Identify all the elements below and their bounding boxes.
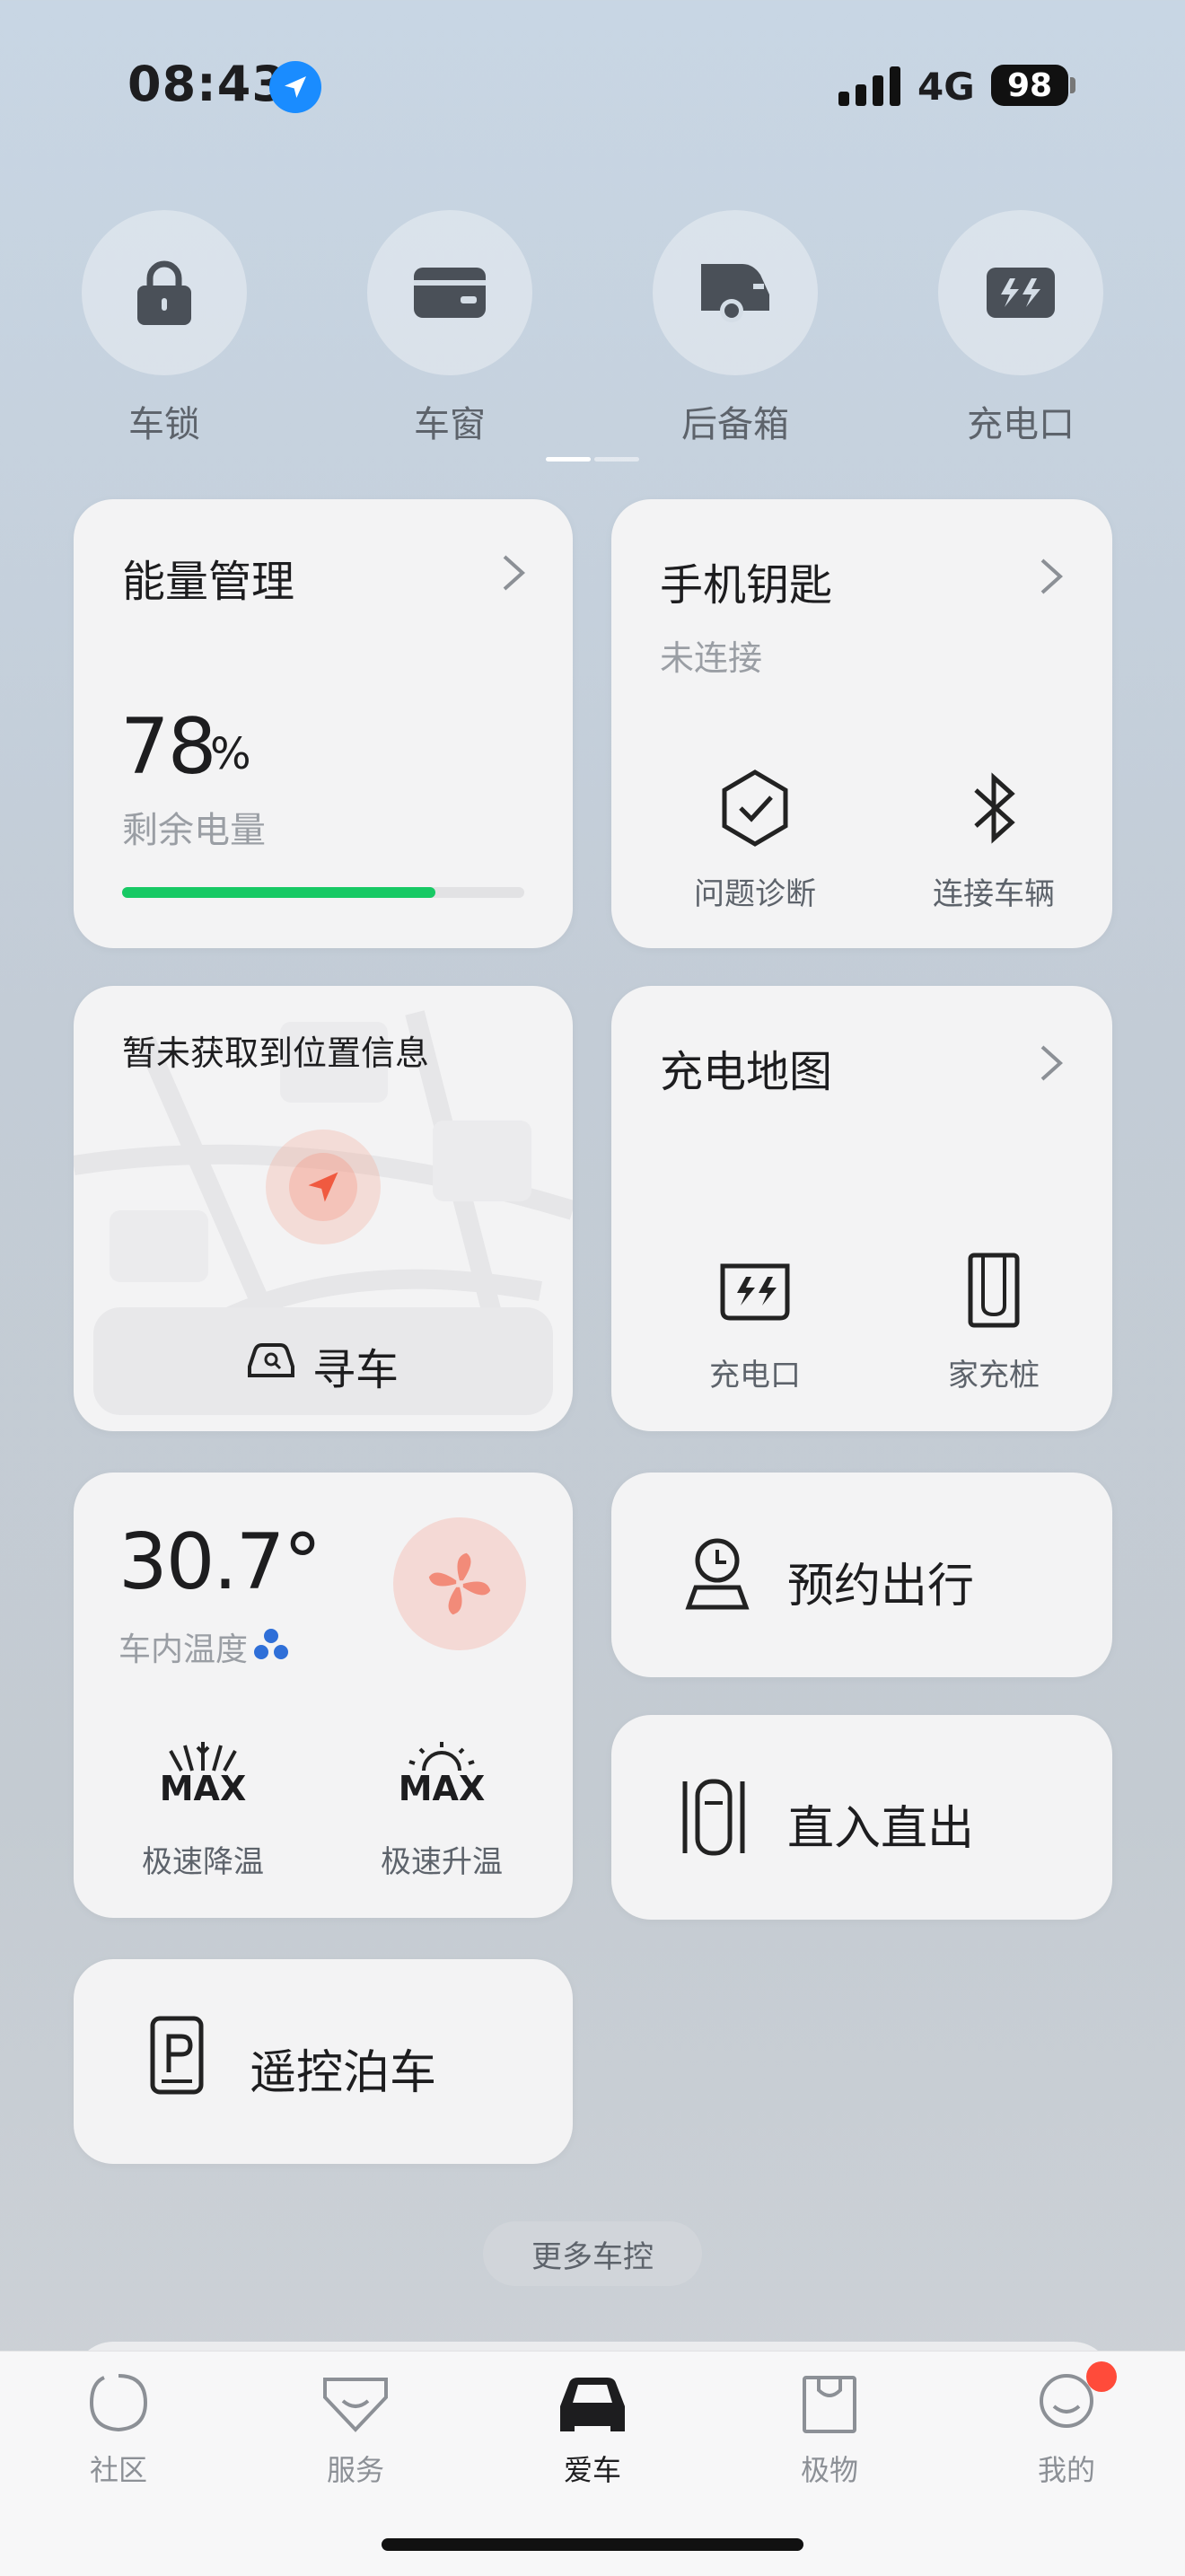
straight-parking-icon	[682, 1779, 745, 1856]
cabin-temp-caption: 车内温度	[118, 1631, 249, 1668]
rapid-cool-label: 极速降温	[142, 1844, 264, 1880]
tab-service[interactable]: 服务	[266, 2370, 445, 2489]
window-icon	[414, 268, 486, 318]
tab-my-car[interactable]: 爱车	[503, 2370, 682, 2489]
battery-indicator: 98	[991, 65, 1068, 106]
notification-badge	[1086, 2361, 1117, 2392]
battery-bar-track	[122, 887, 524, 898]
charge-map-title: 充电地图	[660, 1047, 833, 1097]
phone-key-status: 未连接	[660, 638, 763, 678]
rapid-heat-button[interactable]: MAX 极速升温	[334, 1738, 549, 1900]
lock-icon	[137, 260, 191, 325]
tab-label: 我的	[1037, 2453, 1095, 2487]
battery-caption: 剩余电量	[122, 810, 266, 851]
shield-check-icon	[722, 769, 788, 847]
phone-key-title: 手机钥匙	[660, 560, 833, 611]
diagnose-label: 问题诊断	[694, 876, 816, 912]
quick-control-label: 后备箱	[681, 404, 789, 445]
tab-label: 极物	[800, 2453, 858, 2487]
rapid-heat-label: 极速升温	[381, 1844, 503, 1880]
home-charger-label: 家充桩	[948, 1358, 1040, 1394]
tab-label: 服务	[326, 2453, 384, 2487]
tab-shop[interactable]: 极物	[740, 2370, 919, 2489]
battery-percent-unit: %	[210, 729, 251, 779]
lock-button[interactable]	[82, 210, 247, 375]
quick-control-window[interactable]: 车窗	[367, 210, 532, 447]
connect-vehicle-label: 连接车辆	[933, 876, 1055, 912]
tab-label: 社区	[89, 2453, 147, 2487]
location-message: 暂未获取到位置信息	[122, 1033, 430, 1073]
remote-parking-card[interactable]: 遥控泊车	[74, 1959, 573, 2164]
charge-port-label: 充电口	[709, 1358, 801, 1394]
rapid-cool-button[interactable]: MAX 极速降温	[95, 1738, 311, 1900]
find-car-button[interactable]: 寻车	[93, 1307, 553, 1415]
fan-button[interactable]	[393, 1517, 526, 1650]
cabin-temperature: 30.7°	[118, 1517, 321, 1607]
phone-key-card[interactable]: 手机钥匙 未连接 问题诊断 连接车辆	[611, 499, 1112, 948]
car-search-icon	[248, 1343, 294, 1377]
quick-control-label: 充电口	[967, 404, 1075, 445]
home-indicator[interactable]	[382, 2538, 803, 2551]
location-arrow-icon	[269, 61, 321, 113]
trunk-button[interactable]	[653, 210, 818, 375]
connect-vehicle-button[interactable]: 连接车辆	[886, 769, 1102, 921]
charge-port-shortcut[interactable]: 充电口	[647, 1255, 863, 1408]
max-badge: MAX	[398, 1769, 486, 1808]
network-type: 4G	[917, 65, 975, 109]
chevron-right-icon	[1040, 558, 1063, 594]
trunk-icon	[701, 264, 769, 322]
navigation-arrow-icon	[308, 1172, 338, 1202]
quick-control-label: 车锁	[128, 404, 200, 445]
quick-control-lock[interactable]: 车锁	[82, 210, 247, 447]
battery-bar-fill	[122, 887, 436, 898]
window-button[interactable]	[367, 210, 532, 375]
service-icon	[323, 2378, 388, 2432]
schedule-clock-icon	[685, 1538, 750, 1610]
pager-dot	[594, 457, 639, 462]
max-badge: MAX	[159, 1769, 247, 1808]
tab-profile[interactable]: 我的	[977, 2370, 1156, 2489]
schedule-trip-label: 预约出行	[787, 1560, 975, 1613]
diagnose-button[interactable]: 问题诊断	[647, 769, 863, 921]
pager-dot-active	[546, 457, 591, 462]
snowflake-icon	[169, 1742, 237, 1772]
battery-percent: 78	[120, 702, 216, 792]
more-controls-button[interactable]: 更多车控	[483, 2221, 702, 2286]
community-icon	[89, 2374, 148, 2432]
ventilation-icon	[254, 1629, 288, 1659]
climate-card[interactable]: 30.7° 车内温度 MAX 极速降温 MAX 极速升温	[74, 1473, 573, 1918]
charge-port-icon	[720, 1263, 790, 1321]
charge-port-button[interactable]	[938, 210, 1103, 375]
car-icon	[560, 2378, 625, 2431]
location-marker	[266, 1130, 381, 1244]
straight-in-out-label: 直入直出	[787, 1802, 975, 1856]
charge-map-card[interactable]: 充电地图 充电口 家充桩	[611, 986, 1112, 1431]
quick-control-charge-port[interactable]: 充电口	[938, 210, 1103, 447]
quick-control-label: 车窗	[414, 404, 486, 445]
status-time: 08:43	[127, 56, 286, 112]
signal-icon	[838, 66, 900, 106]
home-charger-icon	[968, 1253, 1020, 1328]
straight-in-out-card[interactable]: 直入直出	[611, 1715, 1112, 1920]
remote-parking-label: 遥控泊车	[250, 2046, 437, 2100]
chevron-right-icon	[503, 555, 525, 591]
quick-control-trunk[interactable]: 后备箱	[653, 210, 818, 447]
find-car-label: 寻车	[312, 1345, 399, 1395]
sun-icon	[408, 1742, 475, 1772]
shopping-bag-icon	[803, 2376, 856, 2433]
battery-nub	[1070, 77, 1075, 93]
energy-card[interactable]: 能量管理 78 % 剩余电量	[74, 499, 573, 948]
schedule-trip-card[interactable]: 预约出行	[611, 1473, 1112, 1677]
charge-port-icon	[987, 268, 1055, 318]
fan-icon	[428, 1552, 491, 1615]
tab-community[interactable]: 社区	[29, 2370, 208, 2489]
locate-card[interactable]: 暂未获取到位置信息 寻车	[74, 986, 573, 1431]
parking-remote-icon	[150, 2016, 204, 2095]
home-charger-shortcut[interactable]: 家充桩	[886, 1253, 1102, 1408]
bluetooth-icon	[974, 772, 1015, 844]
chevron-right-icon	[1040, 1045, 1063, 1081]
energy-title: 能量管理	[122, 557, 295, 607]
tab-label: 爱车	[563, 2453, 621, 2487]
